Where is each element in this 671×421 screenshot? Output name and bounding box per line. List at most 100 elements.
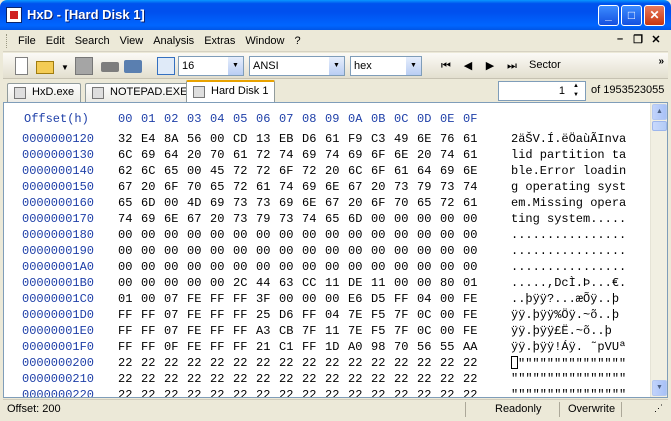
hex-byte[interactable]: 00 [210, 276, 233, 290]
hex-byte[interactable]: 00 [440, 244, 463, 258]
hex-byte[interactable]: 3F [256, 292, 279, 306]
hex-byte[interactable]: 69 [440, 164, 463, 178]
row-text[interactable]: ..þÿÿ?...æÕÿ..þ [511, 292, 619, 306]
hex-byte[interactable]: 79 [417, 180, 440, 194]
hex-byte[interactable]: 74 [463, 180, 486, 194]
hex-byte[interactable]: 00 [164, 260, 187, 274]
hex-byte[interactable]: 56 [417, 340, 440, 354]
hex-byte[interactable]: 00 [325, 244, 348, 258]
hex-byte[interactable]: 00 [256, 228, 279, 242]
hex-byte[interactable]: 74 [279, 148, 302, 162]
hex-byte[interactable]: 70 [210, 148, 233, 162]
hex-byte[interactable]: 32 [118, 132, 141, 146]
hex-byte[interactable]: CD [233, 132, 256, 146]
hex-byte[interactable]: 22 [371, 356, 394, 370]
hex-byte[interactable]: 22 [210, 388, 233, 397]
row-text[interactable]: ................ [511, 228, 626, 242]
hex-byte[interactable]: 22 [417, 372, 440, 386]
maximize-button[interactable]: □ [621, 5, 642, 26]
hex-byte[interactable]: 11 [325, 276, 348, 290]
hex-byte[interactable]: 73 [440, 180, 463, 194]
hex-byte[interactable]: 00 [463, 260, 486, 274]
tab-hard-disk-1[interactable]: Hard Disk 1 [186, 80, 276, 102]
hex-byte[interactable]: 67 [187, 212, 210, 226]
hex-byte[interactable]: 00 [371, 212, 394, 226]
row-text[interactable]: 2äŠV.Í.ëÖaùÃInva [511, 132, 626, 146]
hxd-app-icon[interactable] [6, 7, 22, 23]
menu-edit[interactable]: Edit [41, 30, 70, 52]
hex-byte[interactable]: 74 [440, 148, 463, 162]
hex-byte[interactable]: FE [187, 340, 210, 354]
hex-byte[interactable]: 7F [302, 324, 325, 338]
hex-byte[interactable]: 69 [210, 196, 233, 210]
hex-byte[interactable]: 22 [371, 372, 394, 386]
hex-byte[interactable]: 62 [118, 164, 141, 178]
hex-byte[interactable]: FF [210, 324, 233, 338]
hex-byte[interactable]: 72 [256, 148, 279, 162]
hex-byte[interactable]: 00 [371, 244, 394, 258]
hex-byte[interactable]: DE [348, 276, 371, 290]
hex-byte[interactable]: 22 [302, 372, 325, 386]
hex-byte[interactable]: 00 [118, 244, 141, 258]
hex-byte[interactable]: 22 [279, 356, 302, 370]
hex-byte[interactable]: 22 [256, 388, 279, 397]
hex-byte[interactable]: 00 [302, 292, 325, 306]
hex-byte[interactable]: 6F [371, 196, 394, 210]
hex-byte[interactable]: 22 [118, 356, 141, 370]
hex-byte[interactable]: 00 [210, 132, 233, 146]
hex-byte[interactable]: 22 [187, 388, 210, 397]
hex-editor-view[interactable]: Offset(h) 00 01 02 03 04 05 06 07 08 09 0A 0B 0C 0D 0E… [3, 102, 668, 398]
hex-byte[interactable]: 6F [371, 164, 394, 178]
hex-byte[interactable]: 74 [325, 148, 348, 162]
hex-byte[interactable]: 76 [440, 132, 463, 146]
hex-byte[interactable]: 70 [187, 180, 210, 194]
hex-byte[interactable]: 74 [279, 180, 302, 194]
hex-byte[interactable]: 22 [394, 356, 417, 370]
hex-byte[interactable]: 74 [118, 212, 141, 226]
hex-byte[interactable]: 00 [371, 228, 394, 242]
hex-byte[interactable]: 1D [325, 340, 348, 354]
vertical-scrollbar[interactable]: ▲ ▼ [650, 103, 667, 397]
hex-byte[interactable]: FE [463, 292, 486, 306]
hex-byte[interactable]: FF [118, 324, 141, 338]
hex-byte[interactable]: 00 [394, 228, 417, 242]
hex-byte[interactable]: 6E [164, 212, 187, 226]
hex-byte[interactable]: E4 [141, 132, 164, 146]
scroll-up-icon[interactable]: ▲ [652, 104, 667, 120]
hex-byte[interactable]: 00 [279, 244, 302, 258]
next-sector-icon[interactable]: ▶ [483, 58, 497, 74]
hex-byte[interactable]: FE [463, 324, 486, 338]
hex-byte[interactable]: 00 [302, 228, 325, 242]
hex-byte[interactable]: 69 [141, 212, 164, 226]
hex-byte[interactable]: 65 [325, 212, 348, 226]
hex-byte[interactable]: 22 [256, 372, 279, 386]
mdi-minimize-button[interactable]: – [614, 33, 626, 46]
hex-byte[interactable]: 00 [302, 244, 325, 258]
hex-byte[interactable]: 21 [256, 340, 279, 354]
previous-sector-icon[interactable]: ◀ [461, 58, 475, 74]
hex-byte[interactable]: 22 [118, 388, 141, 397]
mdi-close-button[interactable]: ✕ [650, 33, 662, 46]
open-dropdown-chevron-icon[interactable]: ▼ [61, 63, 69, 72]
hex-byte[interactable]: FF [141, 324, 164, 338]
hex-byte[interactable]: 22 [440, 388, 463, 397]
row-text[interactable]: lid partition ta [511, 148, 626, 162]
hex-byte[interactable]: 00 [256, 244, 279, 258]
hex-byte[interactable]: 67 [348, 180, 371, 194]
hex-byte[interactable]: 00 [440, 292, 463, 306]
hex-byte[interactable]: 00 [394, 244, 417, 258]
hex-byte[interactable]: 61 [233, 148, 256, 162]
hex-byte[interactable]: FF [210, 308, 233, 322]
hex-byte[interactable]: 45 [210, 164, 233, 178]
hex-byte[interactable]: 22 [348, 372, 371, 386]
hex-byte[interactable]: 00 [141, 260, 164, 274]
hex-byte[interactable]: 22 [279, 388, 302, 397]
hex-byte[interactable]: FF [302, 340, 325, 354]
row-text[interactable]: """"""""""""""" [511, 356, 626, 371]
hex-byte[interactable]: 00 [141, 276, 164, 290]
new-file-icon[interactable] [15, 57, 28, 75]
first-sector-icon[interactable]: ⏮ [439, 58, 453, 74]
hex-byte[interactable]: 69 [302, 148, 325, 162]
hex-byte[interactable]: 4D [187, 196, 210, 210]
charset-select[interactable]: ANSI ▼ [249, 56, 345, 76]
